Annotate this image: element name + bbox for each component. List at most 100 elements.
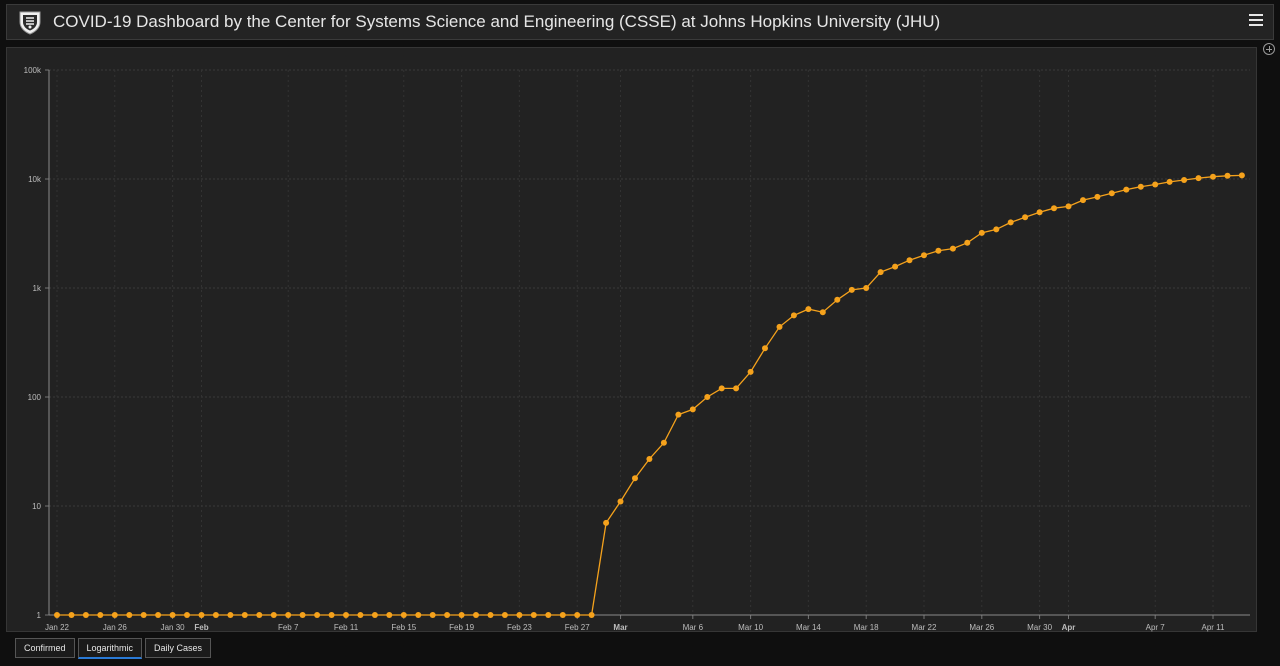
data-point (863, 285, 870, 291)
y-tick-label: 1 (37, 611, 42, 620)
x-tick-label: Jan 30 (161, 623, 186, 632)
data-point (285, 612, 292, 618)
data-point (993, 226, 1000, 233)
data-point (97, 612, 104, 618)
data-point (603, 519, 610, 526)
x-tick-label: Feb (194, 623, 208, 632)
data-point (646, 456, 653, 462)
x-tick-label: Jan 26 (103, 623, 128, 632)
data-point (949, 245, 956, 252)
x-tick-label: Feb 23 (507, 623, 532, 632)
data-point (1137, 183, 1144, 190)
x-tick-label: Feb 11 (334, 623, 359, 632)
data-point (256, 612, 263, 618)
data-point (415, 612, 422, 618)
data-point (516, 612, 523, 618)
y-tick-label: 100k (24, 66, 42, 75)
data-point (747, 368, 754, 375)
data-point (588, 612, 595, 618)
data-point (704, 394, 711, 400)
data-point (155, 612, 162, 618)
menu-icon[interactable] (1249, 14, 1263, 28)
data-point (429, 612, 436, 618)
data-point (530, 612, 537, 618)
x-tick-label: Feb 27 (565, 623, 590, 632)
x-tick-label: Feb 15 (391, 623, 416, 632)
data-point (632, 475, 638, 482)
x-tick-label: Apr (1062, 623, 1076, 632)
data-point (314, 612, 321, 618)
confirmed-cases-chart: 1 10 100 1k 10k 100k Jan 22 Jan 26 Jan 30 Feb Feb … (24, 66, 1250, 632)
page-title: COVID-19 Dashboard by the Center for Sys… (53, 12, 941, 31)
data-point (819, 309, 826, 316)
dashboard-header: COVID-19 Dashboard by the Center for Sys… (6, 4, 1274, 40)
tab-daily-cases[interactable]: Daily Cases (145, 638, 212, 658)
tab-confirmed[interactable]: Confirmed (15, 638, 75, 658)
x-tick-label: Mar 26 (969, 623, 994, 632)
data-point (328, 612, 335, 618)
x-tick-label: Mar 30 (1027, 623, 1052, 632)
data-point (921, 252, 927, 259)
data-point (892, 263, 899, 270)
tab-logarithmic[interactable]: Logarithmic (77, 638, 143, 659)
x-tick-label: Mar (613, 623, 627, 632)
data-point (660, 439, 667, 446)
data-point (1210, 173, 1216, 180)
data-point (1108, 190, 1115, 197)
data-point (1195, 175, 1202, 182)
data-point (444, 612, 451, 618)
y-tick-label: 10k (28, 175, 42, 184)
y-tick-label: 100 (28, 393, 42, 402)
data-point (1181, 177, 1188, 183)
data-point (733, 385, 740, 392)
data-point (848, 286, 855, 293)
data-point (776, 323, 783, 330)
x-tick-label: Mar 14 (796, 623, 821, 632)
data-point (1152, 181, 1159, 188)
data-point (1065, 203, 1072, 210)
data-point (1022, 214, 1029, 221)
data-point (877, 269, 884, 276)
data-point (718, 385, 725, 392)
data-point (689, 406, 696, 413)
data-point (805, 306, 812, 313)
y-tick-label: 1k (33, 284, 42, 293)
data-point (212, 612, 219, 618)
data-point (371, 612, 378, 618)
data-point (574, 612, 581, 618)
data-point (169, 612, 176, 618)
data-point (54, 612, 60, 618)
x-tick-label: Mar 10 (738, 623, 763, 632)
data-point (140, 612, 147, 618)
data-point (126, 612, 133, 618)
x-tick-label: Apr 11 (1202, 623, 1226, 632)
y-tick-label: 10 (32, 502, 41, 511)
data-point (400, 612, 407, 618)
data-point (458, 612, 465, 618)
jhu-shield-logo-icon (19, 11, 41, 35)
data-point (1007, 219, 1014, 226)
data-point (1036, 209, 1043, 216)
data-point (935, 247, 942, 254)
data-point (1094, 193, 1101, 200)
data-point (82, 612, 89, 618)
data-point (227, 612, 234, 618)
data-point (184, 612, 190, 618)
data-point (270, 612, 277, 618)
x-tick-label: Mar 6 (683, 623, 704, 632)
data-point (343, 612, 349, 618)
data-point (111, 612, 118, 618)
x-tick-label: Feb 7 (278, 623, 299, 632)
x-tick-label: Jan 22 (45, 623, 70, 632)
data-point (501, 612, 508, 618)
expand-icon[interactable] (1263, 43, 1275, 55)
x-tick-label: Mar 22 (912, 623, 937, 632)
data-point (762, 345, 768, 352)
data-point (473, 612, 479, 618)
data-point (1224, 172, 1231, 179)
data-point (790, 312, 797, 319)
data-point (978, 229, 985, 236)
x-tick-label: Apr 7 (1146, 623, 1166, 632)
data-point (675, 411, 682, 418)
data-point (198, 612, 205, 618)
